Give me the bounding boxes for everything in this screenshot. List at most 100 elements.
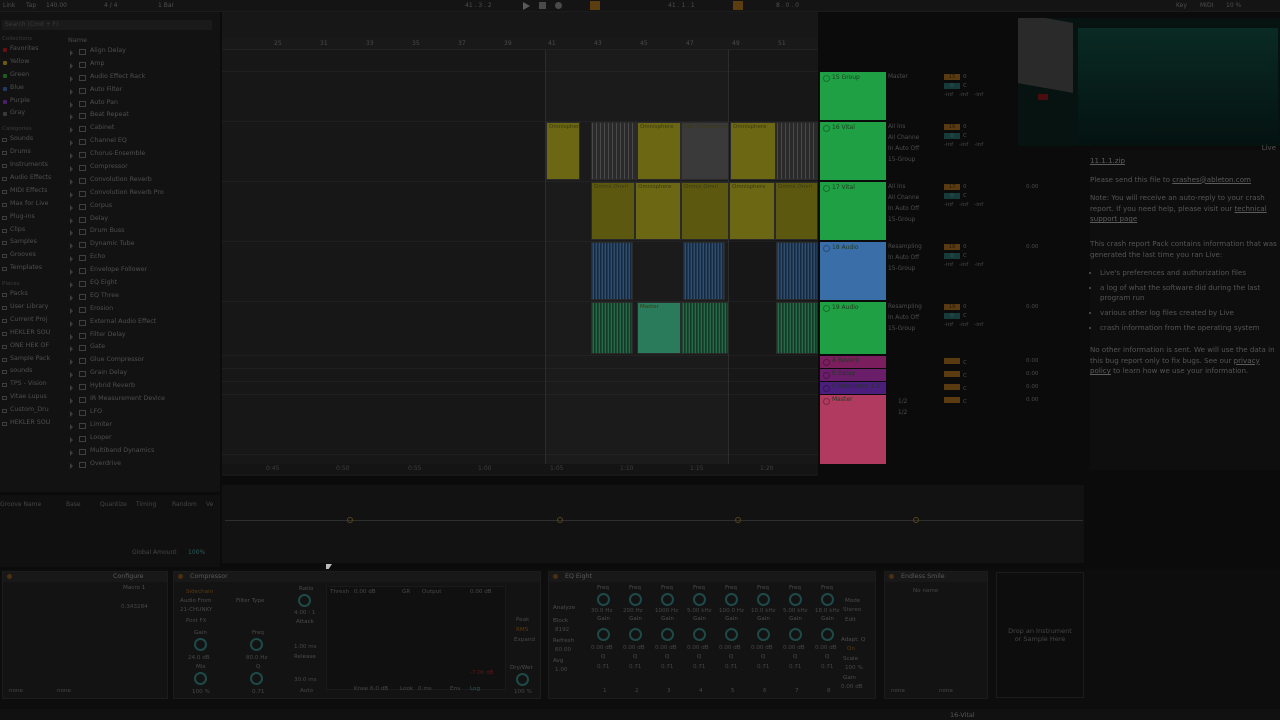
disclosure-triangle-icon[interactable] bbox=[70, 243, 73, 250]
return-delay-value[interactable]: 0.00 bbox=[1026, 371, 1038, 377]
band-q-value[interactable]: 0.71 bbox=[725, 664, 737, 670]
output-gain-value[interactable]: 0.00 dB bbox=[841, 684, 863, 690]
return-pan-field[interactable]: C bbox=[963, 386, 967, 392]
track-name[interactable]: 19 Audio bbox=[820, 302, 886, 313]
pan-field[interactable]: C bbox=[963, 313, 967, 319]
band-freq-value[interactable]: 1000 Hz bbox=[655, 608, 678, 614]
disclosure-triangle-icon[interactable] bbox=[70, 114, 73, 121]
collection-item[interactable]: Green bbox=[0, 71, 62, 84]
midi-map-button[interactable]: MIDI bbox=[1200, 2, 1213, 9]
disclosure-triangle-icon[interactable] bbox=[70, 140, 73, 147]
instrument-rack[interactable]: Configure Macro 1 0.343284 none none bbox=[2, 571, 168, 699]
attack-value[interactable]: 1.00 ms bbox=[294, 644, 317, 650]
disclosure-triangle-icon[interactable] bbox=[70, 385, 73, 392]
disclosure-triangle-icon[interactable] bbox=[70, 423, 73, 430]
smile-select-1[interactable]: none bbox=[891, 688, 905, 694]
filter-freq-value[interactable]: 80.0 Hz bbox=[246, 655, 267, 661]
band-gain-value[interactable]: 0.00 dB bbox=[687, 645, 709, 651]
thresh-value[interactable]: 0.00 dB bbox=[354, 589, 376, 595]
disclosure-triangle-icon[interactable] bbox=[70, 153, 73, 160]
disclosure-triangle-icon[interactable] bbox=[70, 217, 73, 224]
browser-device-item[interactable]: Cabinet bbox=[66, 124, 212, 137]
return-delay-value[interactable]: 0.00 bbox=[1026, 358, 1038, 364]
disclosure-triangle-icon[interactable] bbox=[70, 204, 73, 211]
return-activator-button[interactable] bbox=[944, 371, 960, 377]
browser-device-item[interactable]: External Audio Effect bbox=[66, 318, 212, 331]
return-pan-field[interactable]: C bbox=[963, 399, 967, 405]
arrangement-clip[interactable]: Omnisphere bbox=[546, 122, 580, 180]
browser-device-item[interactable]: Multiband Dynamics bbox=[66, 447, 212, 460]
track-activator-button[interactable]: 15 bbox=[944, 74, 960, 80]
audio-from-select[interactable]: 21-CHUNKY bbox=[180, 607, 212, 613]
track-delay-value[interactable]: 0.00 bbox=[1026, 304, 1038, 310]
io-routing-select[interactable]: All Ins bbox=[888, 124, 940, 135]
track-activator-button[interactable]: 19 bbox=[944, 304, 960, 310]
eq-eight-device[interactable]: EQ Eight Analyze Block 8192 Refresh 60.0… bbox=[548, 571, 876, 699]
browser-device-item[interactable]: Chorus-Ensemble bbox=[66, 150, 212, 163]
track-activator-button[interactable]: 18 bbox=[944, 244, 960, 250]
io-routing-select[interactable]: 15-Group bbox=[888, 266, 940, 277]
browser-device-item[interactable]: Looper bbox=[66, 434, 212, 447]
band-q-value[interactable]: 0.71 bbox=[693, 664, 705, 670]
adapt-q-toggle[interactable]: On bbox=[847, 646, 855, 652]
browser-device-item[interactable]: Envelope Follower bbox=[66, 266, 212, 279]
arrangement-clip[interactable] bbox=[776, 242, 818, 300]
return-pan-field[interactable]: C bbox=[963, 360, 967, 366]
browser-device-item[interactable]: Audio Effect Rack bbox=[66, 73, 212, 86]
arrangement-clip[interactable]: Omnis Omni bbox=[681, 182, 729, 240]
browser-device-item[interactable]: Auto Pan bbox=[66, 99, 212, 112]
category-item[interactable]: Plug-ins bbox=[0, 213, 62, 226]
track-header[interactable]: 17 Vital bbox=[820, 182, 886, 240]
automation-node[interactable] bbox=[557, 517, 563, 523]
key-map-button[interactable]: Key bbox=[1176, 2, 1187, 9]
return-activator-button[interactable] bbox=[944, 397, 960, 403]
groove-quantize-header[interactable]: Quantize bbox=[100, 501, 127, 508]
groove-random-header[interactable]: Random bbox=[172, 501, 197, 508]
solo-button[interactable]: 0 bbox=[963, 244, 967, 250]
place-item[interactable]: Current Proj bbox=[0, 316, 62, 329]
envelope-mode[interactable]: Log bbox=[470, 686, 480, 692]
band-q-value[interactable]: 0.71 bbox=[661, 664, 673, 670]
record-icon[interactable] bbox=[555, 2, 562, 9]
browser-device-item[interactable]: Overdrive bbox=[66, 460, 212, 473]
return-track-name[interactable]: C Resonator 1.2 bbox=[820, 382, 886, 392]
arrangement-clip[interactable]: Omnis Omni bbox=[591, 182, 635, 240]
place-item[interactable]: sounds bbox=[0, 367, 62, 380]
solo-button[interactable]: 0 bbox=[963, 74, 967, 80]
avg-value[interactable]: 1.00 bbox=[555, 667, 567, 673]
io-routing-select[interactable]: All Channe bbox=[888, 195, 940, 206]
browser-device-item[interactable]: Amp bbox=[66, 60, 212, 73]
solo-button[interactable]: 0 bbox=[963, 304, 967, 310]
collection-item[interactable]: Favorites bbox=[0, 45, 62, 58]
track-header[interactable]: 18 Audio bbox=[820, 242, 886, 300]
pan-field[interactable]: C bbox=[963, 253, 967, 259]
browser-device-item[interactable]: Beat Repeat bbox=[66, 111, 212, 124]
block-value[interactable]: 8192 bbox=[555, 627, 569, 633]
collection-item[interactable]: Blue bbox=[0, 84, 62, 97]
stop-icon[interactable] bbox=[539, 2, 546, 9]
macro-value[interactable]: 0.343284 bbox=[121, 604, 148, 610]
solo-button[interactable]: 0 bbox=[963, 124, 967, 130]
sidechain-mix-knob[interactable] bbox=[194, 672, 207, 685]
time-ruler[interactable]: 0:45 0:50 0:55 1:00 1:05 1:10 1:15 1:20 bbox=[222, 464, 818, 474]
io-routing-select[interactable]: 15-Group bbox=[888, 157, 940, 168]
disclosure-triangle-icon[interactable] bbox=[70, 449, 73, 456]
filter-q-knob[interactable] bbox=[250, 672, 263, 685]
io-routing-select[interactable]: All Ins bbox=[888, 184, 940, 195]
browser-device-item[interactable]: Grain Delay bbox=[66, 369, 212, 382]
track-name[interactable]: 15 Group bbox=[820, 72, 886, 83]
category-item[interactable]: Drums bbox=[0, 148, 62, 161]
return-delay-value[interactable]: 0.00 bbox=[1026, 384, 1038, 390]
track-delay-value[interactable]: 0.00 bbox=[1026, 244, 1038, 250]
disclosure-triangle-icon[interactable] bbox=[70, 372, 73, 379]
place-item[interactable]: Packs bbox=[0, 290, 62, 303]
meter-field[interactable]: 4 / 4 bbox=[104, 2, 117, 9]
auto-release-toggle[interactable]: Auto bbox=[300, 688, 313, 694]
endless-smile-title[interactable]: Endless Smile bbox=[885, 572, 987, 582]
track-header[interactable]: 16 Vital bbox=[820, 122, 886, 180]
arrangement-clip[interactable] bbox=[776, 122, 818, 180]
browser-device-item[interactable]: LFO bbox=[66, 408, 212, 421]
place-item[interactable]: User Library bbox=[0, 303, 62, 316]
sidechain-gain-knob[interactable] bbox=[194, 638, 207, 651]
tap-point-select[interactable]: Post FX bbox=[186, 618, 207, 624]
